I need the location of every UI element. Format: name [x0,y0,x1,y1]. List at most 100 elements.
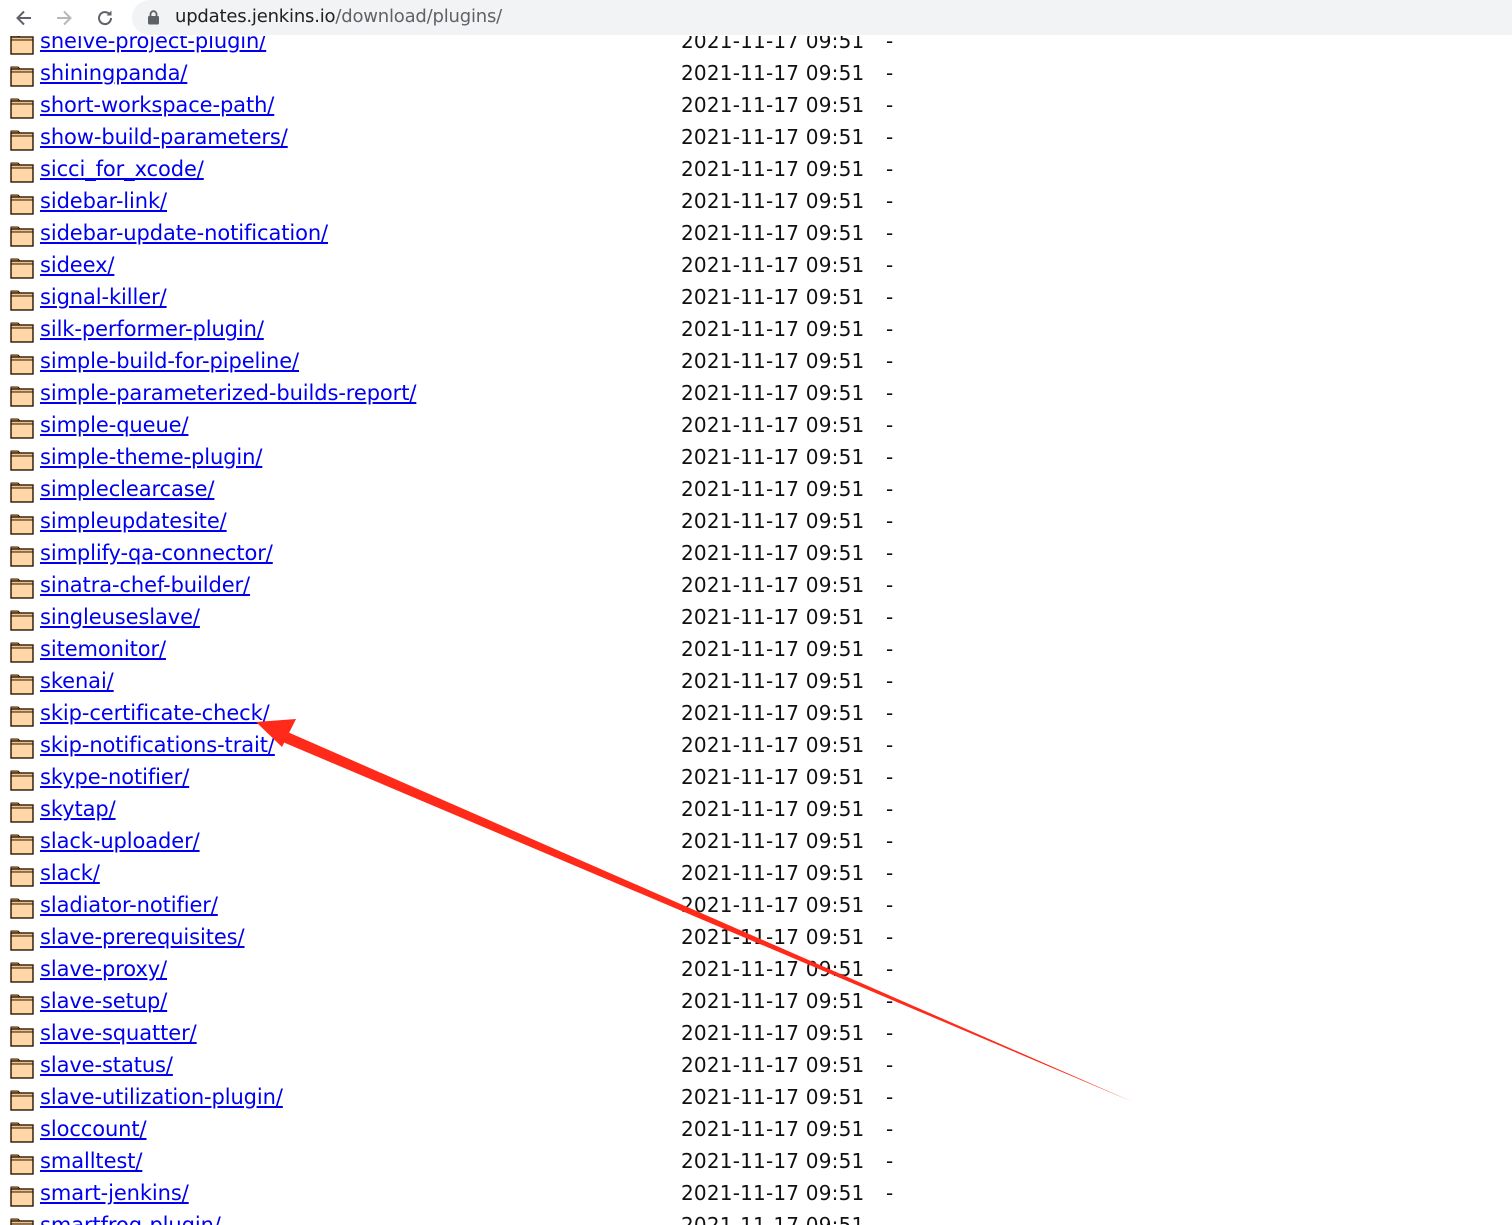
last-modified-date: 2021-11-17 09:51 [681,893,865,917]
plugin-folder-link[interactable]: sladiator-notifier/ [40,893,218,917]
back-button[interactable] [11,5,37,31]
listing-row: smalltest/2021-11-17 09:51- [0,1147,1000,1179]
last-modified-date: 2021-11-17 09:51 [681,637,865,661]
forward-arrow-icon [57,10,72,26]
plugin-folder-link[interactable]: shiningpanda/ [40,61,187,85]
folder-icon [10,610,34,631]
folder-icon [10,34,34,55]
plugin-folder-link[interactable]: slave-proxy/ [40,957,167,981]
plugin-folder-link[interactable]: sitemonitor/ [40,637,166,661]
plugin-folder-link[interactable]: skenai/ [40,669,114,693]
listing-row: sicci_for_xcode/2021-11-17 09:51- [0,155,1000,187]
plugin-folder-link[interactable]: simpleclearcase/ [40,477,215,501]
plugin-folder-link[interactable]: slack/ [40,861,100,885]
plugin-folder-link[interactable]: slave-squatter/ [40,1021,197,1045]
folder-icon [10,1122,34,1143]
plugin-folder-link[interactable]: sloccount/ [40,1117,147,1141]
listing-row: sidebar-update-notification/2021-11-17 0… [0,219,1000,251]
plugin-folder-link[interactable]: slave-prerequisites/ [40,925,245,949]
listing-row: smartfrog-plugin/2021-11-17 09:51 - [0,1211,1000,1225]
plugin-folder-link[interactable]: skip-certificate-check/ [40,701,270,725]
plugin-folder-link[interactable]: skip-notifications-trait/ [40,733,275,757]
plugin-folder-link[interactable]: slack-uploader/ [40,829,200,853]
listing-row: sinatra-chef-builder/2021-11-17 09:51- [0,571,1000,603]
file-size: - [886,189,894,213]
plugin-folder-link[interactable]: simple-parameterized-builds-report/ [40,381,416,405]
folder-icon [10,194,34,215]
folder-icon [10,162,34,183]
file-size: - [886,413,894,437]
folder-icon [10,770,34,791]
folder-icon [10,1090,34,1111]
file-size: - [886,829,894,853]
folder-icon [10,1058,34,1079]
last-modified-date: 2021-11-17 09:51 [681,93,865,117]
file-size: - [886,733,894,757]
folder-icon [10,1186,34,1207]
listing-row: slack/2021-11-17 09:51- [0,859,1000,891]
last-modified-date: 2021-11-17 09:51 [681,605,865,629]
folder-icon [10,994,34,1015]
listing-row: short-workspace-path/2021-11-17 09:51- [0,91,1000,123]
plugin-folder-link[interactable]: simple-build-for-pipeline/ [40,349,299,373]
file-size: - [886,605,894,629]
last-modified-date: 2021-11-17 09:51 [681,445,865,469]
folder-icon [10,98,34,119]
last-modified-date: 2021-11-17 09:51 [681,861,865,885]
plugin-folder-link[interactable]: skype-notifier/ [40,765,189,789]
listing-row: slave-prerequisites/2021-11-17 09:51- [0,923,1000,955]
plugin-folder-link[interactable]: short-workspace-path/ [40,93,274,117]
file-size: - [886,221,894,245]
browser-toolbar: updates.jenkins.io/download/plugins/ [0,0,1512,36]
plugin-folder-link[interactable]: slave-setup/ [40,989,167,1013]
listing-row: sladiator-notifier/2021-11-17 09:51- [0,891,1000,923]
file-size: - [886,797,894,821]
last-modified-date: 2021-11-17 09:51 [681,989,865,1013]
plugin-folder-link[interactable]: sidebar-update-notification/ [40,221,328,245]
file-size: - [886,541,894,565]
plugin-folder-link[interactable]: slave-status/ [40,1053,173,1077]
plugin-folder-link[interactable]: sicci_for_xcode/ [40,157,204,181]
folder-icon [10,898,34,919]
folder-icon [10,418,34,439]
listing-row: simpleclearcase/2021-11-17 09:51- [0,475,1000,507]
folder-icon [10,706,34,727]
plugin-folder-link[interactable]: simple-queue/ [40,413,189,437]
file-size: - [886,93,894,117]
last-modified-date: 2021-11-17 09:51 [681,349,865,373]
listing-row: simpleupdatesite/2021-11-17 09:51- [0,507,1000,539]
plugin-folder-link[interactable]: smalltest/ [40,1149,142,1173]
plugin-folder-link[interactable]: show-build-parameters/ [40,125,288,149]
listing-row: skenai/2021-11-17 09:51- [0,667,1000,699]
file-size: - [886,893,894,917]
plugin-folder-link[interactable]: smartfrog-plugin/ [40,1213,221,1225]
plugin-folder-link[interactable]: simple-theme-plugin/ [40,445,262,469]
last-modified-date: 2021-11-17 09:51 [681,541,865,565]
forward-button[interactable] [51,5,77,31]
listing-row: slave-status/2021-11-17 09:51- [0,1051,1000,1083]
listing-row: simple-build-for-pipeline/2021-11-17 09:… [0,347,1000,379]
file-size: - [886,445,894,469]
plugin-folder-link[interactable]: simpleupdatesite/ [40,509,227,533]
listing-row: slave-proxy/2021-11-17 09:51- [0,955,1000,987]
plugin-folder-link[interactable]: sidebar-link/ [40,189,167,213]
plugin-folder-link[interactable]: skytap/ [40,797,116,821]
file-size: - [886,125,894,149]
url-text[interactable]: updates.jenkins.io/download/plugins/ [175,6,502,27]
plugin-folder-link[interactable]: simplify-qa-connector/ [40,541,273,565]
folder-icon [10,674,34,695]
plugin-folder-link[interactable]: sideex/ [40,253,114,277]
url-host: updates.jenkins.io [175,6,336,27]
last-modified-date: 2021-11-17 09:51 [681,1021,865,1045]
last-modified-date: 2021-11-17 09:51 [681,317,865,341]
file-size: - [886,861,894,885]
plugin-folder-link[interactable]: slave-utilization-plugin/ [40,1085,283,1109]
reload-button[interactable] [92,5,118,31]
plugin-folder-link[interactable]: sinatra-chef-builder/ [40,573,250,597]
plugin-folder-link[interactable]: smart-jenkins/ [40,1181,189,1205]
last-modified-date: 2021-11-17 09:51 [681,733,865,757]
plugin-folder-link[interactable]: silk-performer-plugin/ [40,317,264,341]
plugin-folder-link[interactable]: signal-killer/ [40,285,167,309]
plugin-folder-link[interactable]: singleuseslave/ [40,605,200,629]
folder-icon [10,66,34,87]
